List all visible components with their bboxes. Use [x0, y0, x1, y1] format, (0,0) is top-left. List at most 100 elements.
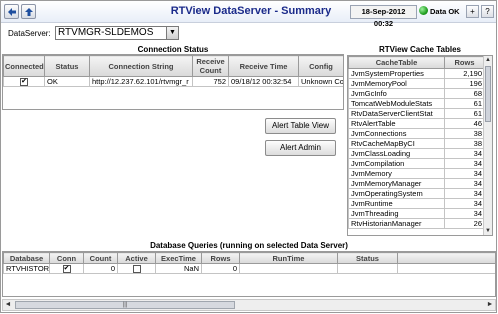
- table-row[interactable]: JvmMemory 34: [348, 168, 485, 179]
- table-row[interactable]: JvmSystemProperties 2,190: [348, 68, 485, 79]
- table-row[interactable]: JvmCompilation 34: [348, 158, 485, 169]
- conn-checkbox[interactable]: ✔: [62, 265, 71, 273]
- scroll-down-icon[interactable]: ▼: [484, 227, 492, 235]
- column-header: [397, 252, 495, 264]
- cache-table-name-cell: JvmMemoryManager: [348, 178, 445, 189]
- count-cell: 0: [83, 262, 118, 275]
- connection-status-table[interactable]: Connected Status Connection String Recei…: [2, 54, 344, 110]
- column-header[interactable]: Rows: [444, 56, 485, 69]
- scroll-left-icon[interactable]: ◄: [3, 300, 13, 310]
- cache-table-name-cell: JvmClassLoading: [348, 148, 445, 159]
- cache-table-name-cell: RtvCacheMapByCI: [348, 138, 445, 149]
- cache-table-rows-cell: 38: [444, 128, 485, 139]
- cache-table-rows-cell: 38: [444, 138, 485, 149]
- active-checkbox[interactable]: [132, 265, 141, 273]
- column-header[interactable]: RunTime: [239, 252, 338, 264]
- column-header[interactable]: ExecTime: [155, 252, 202, 264]
- dataserver-select[interactable]: RTVMGR-SLDEMOS ▼: [55, 26, 179, 40]
- column-header[interactable]: Config: [298, 55, 343, 77]
- table-row[interactable]: JvmOperatingSystem 34: [348, 188, 485, 199]
- cache-table-name-cell: JvmSystemProperties: [348, 68, 445, 79]
- conn-cell: ✔: [49, 262, 84, 275]
- scroll-right-icon[interactable]: ►: [485, 300, 495, 310]
- cache-table-rows-cell: 34: [444, 158, 485, 169]
- cache-table-name-cell: JvmGcInfo: [348, 88, 445, 99]
- connection-string-cell: http://12.237.62.101/rtvmgr_r: [89, 75, 193, 88]
- cache-table-rows-cell: 34: [444, 208, 485, 219]
- active-cell: [117, 262, 156, 275]
- page-title: RTView DataServer - Summary: [170, 5, 332, 17]
- cache-table-rows-cell: 34: [444, 188, 485, 199]
- column-header[interactable]: Status: [337, 252, 398, 264]
- cache-table-rows-cell: 46: [444, 118, 485, 129]
- alert-admin-button[interactable]: Alert Admin: [265, 140, 336, 156]
- cache-table-name-cell: JvmMemoryPool: [348, 78, 445, 89]
- connected-cell: ✔: [3, 75, 45, 88]
- table-row[interactable]: RtvHistorianManager 26: [348, 218, 485, 229]
- column-header[interactable]: Rows: [201, 252, 240, 264]
- cache-table-name-cell: JvmThreading: [348, 208, 445, 219]
- table-row[interactable]: JvmMemoryPool 196: [348, 78, 485, 89]
- table-row[interactable]: RtvCacheMapByCI 38: [348, 138, 485, 149]
- data-status: Data OK: [419, 6, 460, 18]
- back-button[interactable]: [4, 4, 19, 19]
- help-button[interactable]: ?: [481, 5, 494, 18]
- table-row[interactable]: JvmConnections 38: [348, 128, 485, 139]
- column-header[interactable]: Receive Time: [228, 55, 299, 77]
- date-display: 18-Sep-2012 00:32: [350, 5, 417, 28]
- horizontal-scrollbar[interactable]: ◄ ||| ►: [2, 299, 496, 311]
- table-row[interactable]: JvmGcInfo 68: [348, 88, 485, 99]
- receive-count-cell: 752: [192, 75, 229, 88]
- table-row[interactable]: JvmThreading 34: [348, 208, 485, 219]
- scrollbar-thumb[interactable]: |||: [15, 301, 235, 309]
- cache-table-rows-cell: 34: [444, 148, 485, 159]
- cache-table-rows-cell: 2,190: [444, 68, 485, 79]
- status-cell: [337, 262, 398, 275]
- table-row[interactable]: RtvAlertTable 46: [348, 118, 485, 129]
- up-button[interactable]: [21, 4, 36, 19]
- database-queries-title: Database Queries (running on selected Da…: [150, 241, 348, 250]
- cache-tables-table[interactable]: CacheTable Rows JvmSystemProperties 2,190…: [347, 55, 493, 236]
- column-header[interactable]: Connected: [3, 55, 45, 77]
- cache-table-rows-cell: 34: [444, 168, 485, 179]
- cache-table-name-cell: JvmRuntime: [348, 198, 445, 209]
- database-queries-table[interactable]: Database Conn Count Active ExecTime Rows…: [2, 251, 496, 297]
- dataserver-label: DataServer:: [8, 29, 51, 38]
- table-row[interactable]: JvmClassLoading 34: [348, 148, 485, 159]
- column-header[interactable]: Connection String: [89, 55, 193, 77]
- add-button[interactable]: +: [466, 5, 479, 18]
- column-header[interactable]: Database: [3, 252, 50, 264]
- scrollbar-thumb[interactable]: [485, 66, 491, 122]
- cache-table-name-cell: JvmCompilation: [348, 158, 445, 169]
- column-header[interactable]: Count: [83, 252, 118, 264]
- cache-vertical-scrollbar[interactable]: ▲ ▼: [483, 56, 492, 235]
- chevron-down-icon[interactable]: ▼: [166, 27, 178, 39]
- back-arrow-icon: [8, 8, 16, 16]
- table-row[interactable]: RtvDataServerClientStat 61: [348, 108, 485, 119]
- column-header[interactable]: Active: [117, 252, 156, 264]
- cache-table-name-cell: RtvAlertTable: [348, 118, 445, 129]
- cache-table-name-cell: JvmOperatingSystem: [348, 188, 445, 199]
- cache-table-rows-cell: 61: [444, 98, 485, 109]
- config-cell: Unknown Co: [298, 75, 343, 88]
- alert-table-view-button[interactable]: Alert Table View: [265, 118, 336, 134]
- cache-table-rows-cell: 34: [444, 178, 485, 189]
- cache-table-rows-cell: 68: [444, 88, 485, 99]
- table-row[interactable]: RTVHISTORY ✔ 0 NaN 0: [3, 262, 495, 275]
- exec-time-cell: NaN: [155, 262, 202, 275]
- data-status-label: Data OK: [430, 7, 460, 16]
- cache-table-rows-cell: 196: [444, 78, 485, 89]
- table-row[interactable]: TomcatWebModuleStats 61: [348, 98, 485, 109]
- connected-checkbox[interactable]: ✔: [20, 78, 28, 86]
- dataserver-selected-value: RTVMGR-SLDEMOS: [58, 27, 154, 38]
- column-header[interactable]: Status: [44, 55, 90, 77]
- rows-cell: 0: [201, 262, 240, 275]
- column-header[interactable]: Receive Count: [192, 55, 229, 77]
- table-row[interactable]: JvmRuntime 34: [348, 198, 485, 209]
- table-row[interactable]: ✔ OK http://12.237.62.101/rtvmgr_r 752 0…: [3, 75, 343, 88]
- table-row[interactable]: JvmMemoryManager 34: [348, 178, 485, 189]
- scroll-up-icon[interactable]: ▲: [484, 56, 492, 64]
- column-header[interactable]: Conn: [49, 252, 84, 264]
- receive-time-cell: 09/18/12 00:32:54: [228, 75, 299, 88]
- column-header[interactable]: CacheTable: [348, 56, 445, 69]
